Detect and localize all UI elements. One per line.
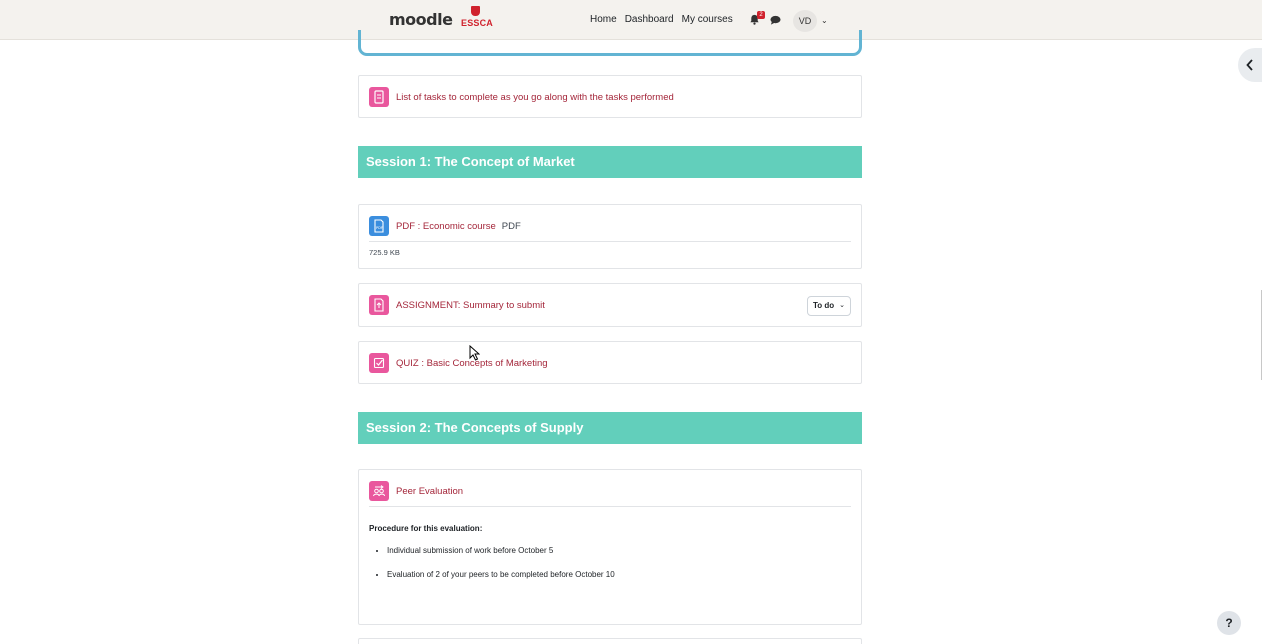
chevron-down-icon: ⌄ <box>839 302 845 309</box>
section-header-session-1: Session 1: The Concept of Market <box>358 146 862 178</box>
section-title[interactable]: Session 1: The Concept of Market <box>366 154 575 169</box>
chat-icon[interactable] <box>770 15 781 25</box>
user-tools: 2 VD ⌄ <box>749 10 839 32</box>
activity-link[interactable]: Peer Evaluation <box>396 486 463 497</box>
moodle-logo-text: moodle <box>389 10 453 29</box>
previous-section-box <box>358 30 862 56</box>
activity-quiz-basic-concepts: QUIZ : Basic Concepts of Marketing <box>358 341 862 384</box>
activity-assignment-summary: ASSIGNMENT: Summary to submit To do ⌄ <box>358 283 862 327</box>
activity-row: PDF PDF : Economic course PDF <box>369 216 521 236</box>
completion-status-dropdown[interactable]: To do ⌄ <box>807 296 851 316</box>
essca-shield-icon <box>470 6 480 16</box>
primary-navigation: Home Dashboard My courses <box>590 14 733 25</box>
procedure-title: Procedure for this evaluation: <box>369 524 483 533</box>
course-index-toggle[interactable] <box>1238 48 1262 82</box>
nav-dashboard[interactable]: Dashboard <box>625 14 674 25</box>
nav-my-courses[interactable]: My courses <box>682 14 733 25</box>
divider <box>369 241 851 242</box>
assignment-icon <box>369 295 389 315</box>
checklist-icon <box>369 87 389 107</box>
activity-link[interactable]: List of tasks to complete as you go alon… <box>396 92 674 103</box>
notification-badge: 2 <box>757 11 765 19</box>
workshop-icon <box>369 481 389 501</box>
chevron-left-icon <box>1246 59 1253 71</box>
section-title[interactable]: Session 2: The Concepts of Supply <box>366 420 583 435</box>
svg-text:PDF: PDF <box>376 226 383 230</box>
activity-row: Peer Evaluation <box>369 481 463 501</box>
activity-link[interactable]: PDF : Economic course <box>396 221 496 232</box>
pdf-file-icon: PDF <box>369 216 389 236</box>
chevron-down-icon[interactable]: ⌄ <box>821 16 828 25</box>
nav-home[interactable]: Home <box>590 14 617 25</box>
procedure-list: Individual submission of work before Oct… <box>387 546 615 594</box>
activity-peer-evaluation: Peer Evaluation Procedure for this evalu… <box>358 469 862 625</box>
completion-status-label: To do <box>813 301 835 310</box>
user-avatar[interactable]: VD <box>793 10 817 32</box>
next-activity-card <box>358 638 862 644</box>
list-item: Evaluation of 2 of your peers to be comp… <box>387 570 615 579</box>
mouse-cursor-icon <box>469 345 480 361</box>
section-header-session-2: Session 2: The Concepts of Supply <box>358 412 862 444</box>
divider <box>369 506 851 507</box>
activity-row: QUIZ : Basic Concepts of Marketing <box>369 353 548 373</box>
activity-link[interactable]: ASSIGNMENT: Summary to submit <box>396 300 545 311</box>
resource-type: PDF <box>501 220 521 232</box>
list-item: Individual submission of work before Oct… <box>387 546 615 555</box>
essca-logo-text: ESSCA <box>461 18 494 28</box>
moodle-logo[interactable]: moodle <box>389 10 453 29</box>
activity-pdf-economic-course: PDF PDF : Economic course PDF 725.9 KB <box>358 204 862 269</box>
activity-row: List of tasks to complete as you go alon… <box>369 87 674 107</box>
quiz-icon <box>369 353 389 373</box>
help-button[interactable]: ? <box>1217 611 1241 635</box>
activity-row: ASSIGNMENT: Summary to submit <box>369 295 545 315</box>
file-size: 725.9 KB <box>369 248 400 257</box>
activity-tasks-list: List of tasks to complete as you go alon… <box>358 75 862 118</box>
